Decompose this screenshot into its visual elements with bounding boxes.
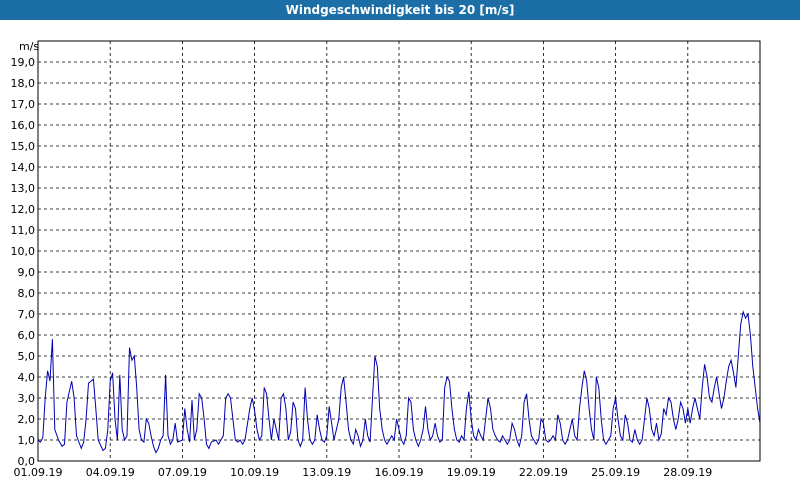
x-axis-ticks: 01.09.19 04.09.19 07.09.19 10.09.19 13.09.19… xyxy=(14,466,713,479)
x-tick-label: 10.09.19 xyxy=(230,466,279,479)
y-tick-label: 4,0 xyxy=(18,371,36,384)
chart: 0,01,02,03,04,05,06,07,08,09,010,011,012… xyxy=(11,40,761,479)
y-tick-label: 10,0 xyxy=(11,245,36,258)
x-tick-label: 28.09.19 xyxy=(663,466,712,479)
y-axis-ticks: 0,01,02,03,04,05,06,07,08,09,010,011,012… xyxy=(11,56,36,468)
grid xyxy=(38,41,760,461)
y-tick-label: 9,0 xyxy=(18,266,36,279)
y-tick-label: 2,0 xyxy=(18,413,36,426)
x-tick-label: 19.09.19 xyxy=(447,466,496,479)
x-tick-label: 22.09.19 xyxy=(519,466,568,479)
chart-window: Windgeschwindigkeit bis 20 [m/s] 0,0 1,0 2… xyxy=(0,0,800,500)
y-tick-label: 7,0 xyxy=(18,308,36,321)
x-tick-label: 01.09.19 xyxy=(14,466,63,479)
window-title: Windgeschwindigkeit bis 20 [m/s] xyxy=(0,0,800,20)
x-tick-label: 25.09.19 xyxy=(591,466,640,479)
y-tick-label: 1,0 xyxy=(18,434,36,447)
x-tick-label: 16.09.19 xyxy=(375,466,424,479)
y-tick-label: 15,0 xyxy=(11,140,36,153)
y-tick-label: 19,0 xyxy=(11,56,36,69)
y-tick-label: 6,0 xyxy=(18,329,36,342)
x-tick-label: 07.09.19 xyxy=(158,466,207,479)
x-tick-label: 04.09.19 xyxy=(86,466,135,479)
y-tick-label: 13,0 xyxy=(11,182,36,195)
y-tick-label: 8,0 xyxy=(18,287,36,300)
y-axis-unit: m/s xyxy=(19,40,39,53)
y-tick-label: 17,0 xyxy=(11,98,36,111)
y-tick-label: 5,0 xyxy=(18,350,36,363)
y-tick-label: 3,0 xyxy=(18,392,36,405)
y-tick-label: 12,0 xyxy=(11,203,36,216)
y-tick-label: 14,0 xyxy=(11,161,36,174)
y-tick-label: 11,0 xyxy=(11,224,36,237)
x-tick-label: 13.09.19 xyxy=(302,466,351,479)
y-tick-label: 18,0 xyxy=(11,77,36,90)
y-tick-label: 16,0 xyxy=(11,119,36,132)
